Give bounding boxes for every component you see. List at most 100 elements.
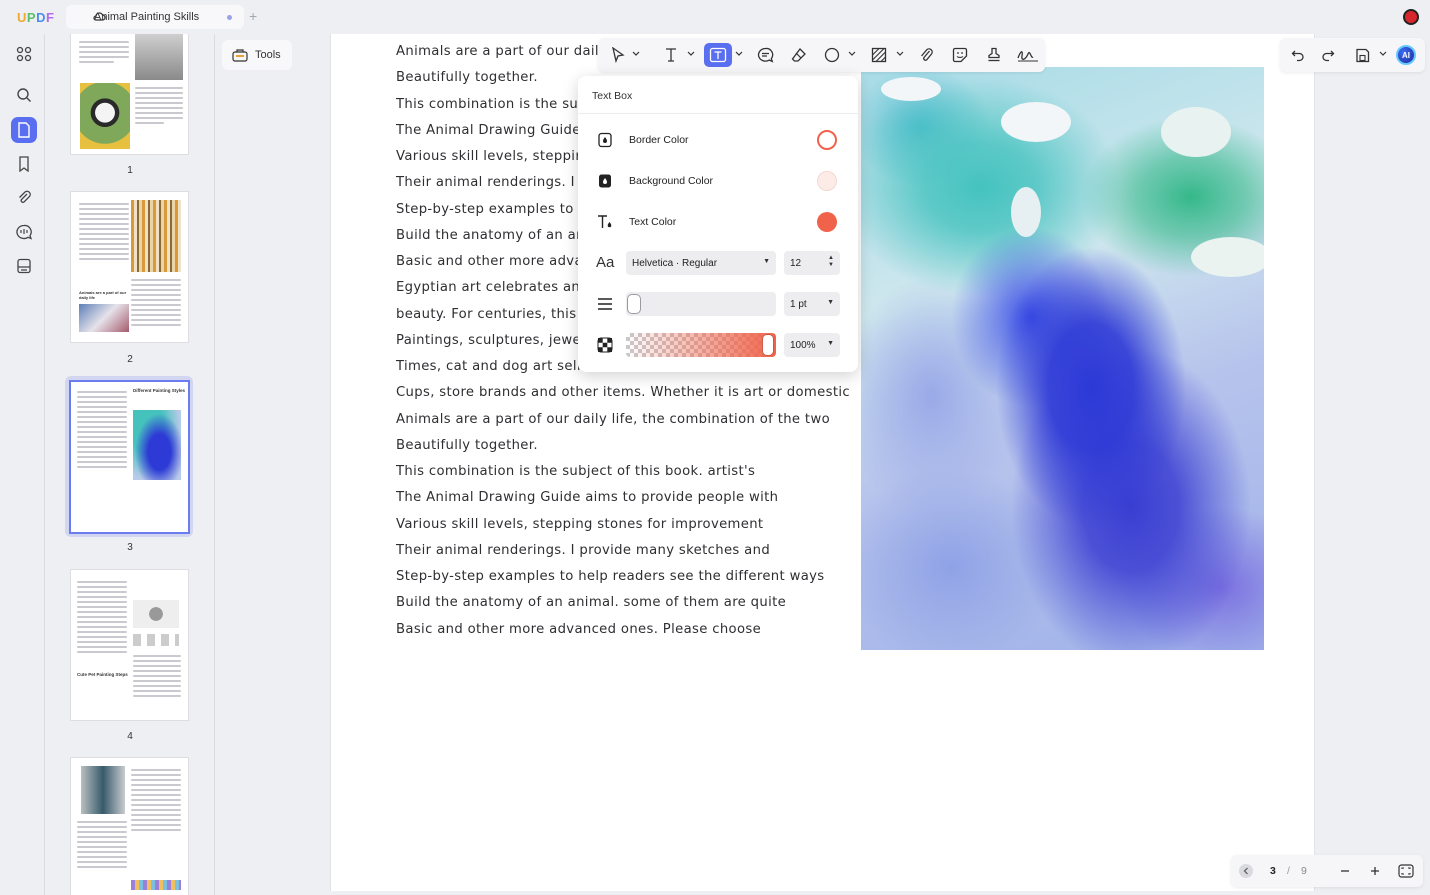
dropdown-arrow-icon: ▼ (763, 258, 770, 265)
new-tab-button[interactable]: + (249, 8, 257, 24)
undo-icon (1291, 50, 1304, 62)
chevron-down-icon[interactable] (735, 51, 743, 57)
total-pages: 9 (1301, 865, 1307, 877)
thumbnail-page-number: 1 (127, 165, 133, 176)
chevron-down-icon[interactable] (1379, 51, 1387, 57)
attach-tool[interactable] (916, 43, 936, 67)
background-color-row[interactable]: Background Color (596, 169, 840, 193)
popover-title: Text Box (592, 90, 633, 102)
bookmark-icon[interactable] (11, 151, 37, 177)
minus-icon (1341, 870, 1349, 872)
signature-tool[interactable] (1016, 43, 1040, 67)
thumbnail-page-2[interactable]: Animals are a part of our daily life (71, 192, 188, 342)
current-page-input[interactable]: 3 (1270, 865, 1276, 877)
comment-tool[interactable] (754, 43, 776, 67)
watercolor-image[interactable] (861, 67, 1264, 650)
redo-icon (1322, 50, 1335, 62)
document-text-line: Step-by-step examples to help readers se… (396, 569, 825, 584)
page-separator: / (1287, 865, 1290, 877)
user-avatar[interactable] (1403, 9, 1419, 25)
plus-icon (1371, 867, 1379, 875)
fit-page-button[interactable] (1396, 859, 1416, 883)
text-box-tool[interactable] (704, 43, 732, 67)
right-toolbar: AI (1280, 38, 1425, 72)
previous-page-button[interactable] (1239, 864, 1253, 878)
border-width-value: 1 pt (790, 298, 807, 310)
thumbnail-page-1[interactable] (71, 34, 188, 154)
app-logo: UPDF (17, 10, 55, 25)
chevron-down-icon[interactable] (687, 51, 695, 57)
attachment-icon[interactable] (11, 185, 37, 211)
chevron-down-icon[interactable] (848, 51, 856, 57)
dropdown-arrow-icon: ▼ (827, 299, 834, 306)
comments-icon[interactable] (11, 219, 37, 245)
border-width-slider[interactable] (626, 292, 776, 316)
border-color-icon (596, 131, 614, 149)
search-icon[interactable] (11, 82, 37, 108)
thumbnail-page-number: 3 (127, 542, 133, 553)
font-size-stepper[interactable]: 12 ▲ ▼ (784, 251, 840, 275)
unsaved-dot (227, 15, 232, 20)
comment-icon (757, 47, 773, 63)
text-box-icon (709, 47, 727, 63)
undo-button[interactable] (1288, 43, 1308, 67)
zoom-out-button[interactable] (1335, 859, 1355, 883)
background-color-label: Background Color (629, 175, 714, 187)
document-text-line: Animals are a part of our daily life, th… (396, 411, 830, 427)
document-tab[interactable]: Animal Painting Skills (66, 5, 244, 29)
tools-button[interactable]: Tools (222, 40, 292, 70)
circle-icon (824, 47, 840, 63)
text-tool[interactable] (660, 43, 682, 67)
border-color-row[interactable]: Border Color (596, 128, 840, 152)
stepper-arrows-icon[interactable]: ▲ ▼ (828, 255, 834, 269)
cloud-icon (93, 12, 106, 21)
text-color-swatch[interactable] (817, 212, 837, 232)
thumbnail-heading: Cute Pet Painting Steps (77, 672, 128, 677)
dropdown-arrow-icon: ▼ (827, 340, 834, 347)
page-navigator: 3 / 9 (1231, 855, 1423, 887)
border-color-swatch[interactable] (817, 130, 837, 150)
document-text-line: Build the anatomy of an animal. some of … (396, 595, 787, 611)
thumbnail-page-number: 4 (127, 731, 133, 742)
thumbnail-page-5[interactable] (71, 758, 188, 895)
shape-tool[interactable] (822, 43, 842, 67)
stamp-icon (988, 47, 1000, 62)
thumbnail-page-4[interactable]: Cute Pet Painting Steps (71, 570, 188, 720)
divider (578, 113, 858, 114)
title-bar: UPDF Animal Painting Skills + (0, 0, 1430, 34)
font-icon: Aa (596, 254, 615, 271)
opacity-select[interactable]: 100% ▼ (784, 333, 840, 357)
text-color-row[interactable]: Text Color (596, 210, 840, 234)
left-rail (0, 34, 45, 895)
sticker-tool[interactable] (949, 43, 971, 67)
pages-icon[interactable] (11, 117, 37, 143)
area-tool[interactable] (868, 43, 890, 67)
zoom-in-button[interactable] (1365, 859, 1385, 883)
chevron-down-icon[interactable] (896, 51, 904, 57)
thumbnail-heading: Different Painting Styles (133, 388, 186, 393)
text-color-label: Text Color (629, 216, 677, 228)
slider-handle[interactable] (763, 335, 773, 355)
form-icon[interactable] (11, 253, 37, 279)
eraser-tool[interactable] (788, 43, 810, 67)
eraser-icon (791, 48, 806, 62)
border-width-select[interactable]: 1 pt ▼ (784, 292, 840, 316)
redo-button[interactable] (1318, 43, 1338, 67)
font-family-select[interactable]: Helvetica · Regular ▼ (626, 251, 776, 275)
slider-handle[interactable] (627, 294, 641, 314)
line-weight-icon (597, 296, 613, 312)
stamp-tool[interactable] (983, 43, 1005, 67)
select-tool[interactable] (608, 43, 628, 67)
thumbnail-page-number: 2 (127, 354, 133, 365)
thumbnail-page-3[interactable]: Different Painting Styles (69, 380, 190, 534)
hatch-icon (871, 47, 887, 63)
opacity-slider[interactable] (626, 333, 776, 357)
signature-icon (1017, 51, 1038, 62)
ai-assistant-button[interactable]: AI (1396, 45, 1416, 65)
chevron-down-icon[interactable] (632, 51, 640, 57)
opacity-icon (597, 337, 613, 353)
apps-icon[interactable] (11, 41, 37, 67)
background-color-swatch[interactable] (817, 171, 837, 191)
document-text-line: Their animal renderings. I provide many … (396, 542, 771, 558)
save-button[interactable] (1352, 43, 1372, 67)
